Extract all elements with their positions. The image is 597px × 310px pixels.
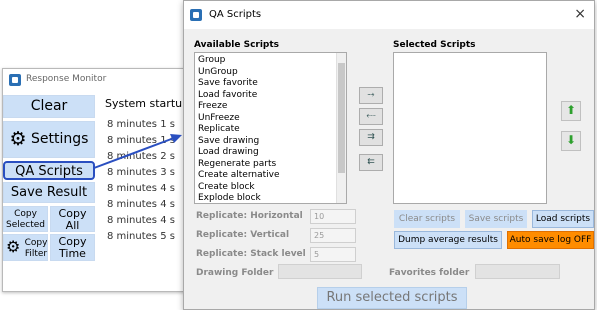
pointer-arrow-overlay (93, 134, 182, 169)
pointer-arrow-line (93, 137, 175, 169)
